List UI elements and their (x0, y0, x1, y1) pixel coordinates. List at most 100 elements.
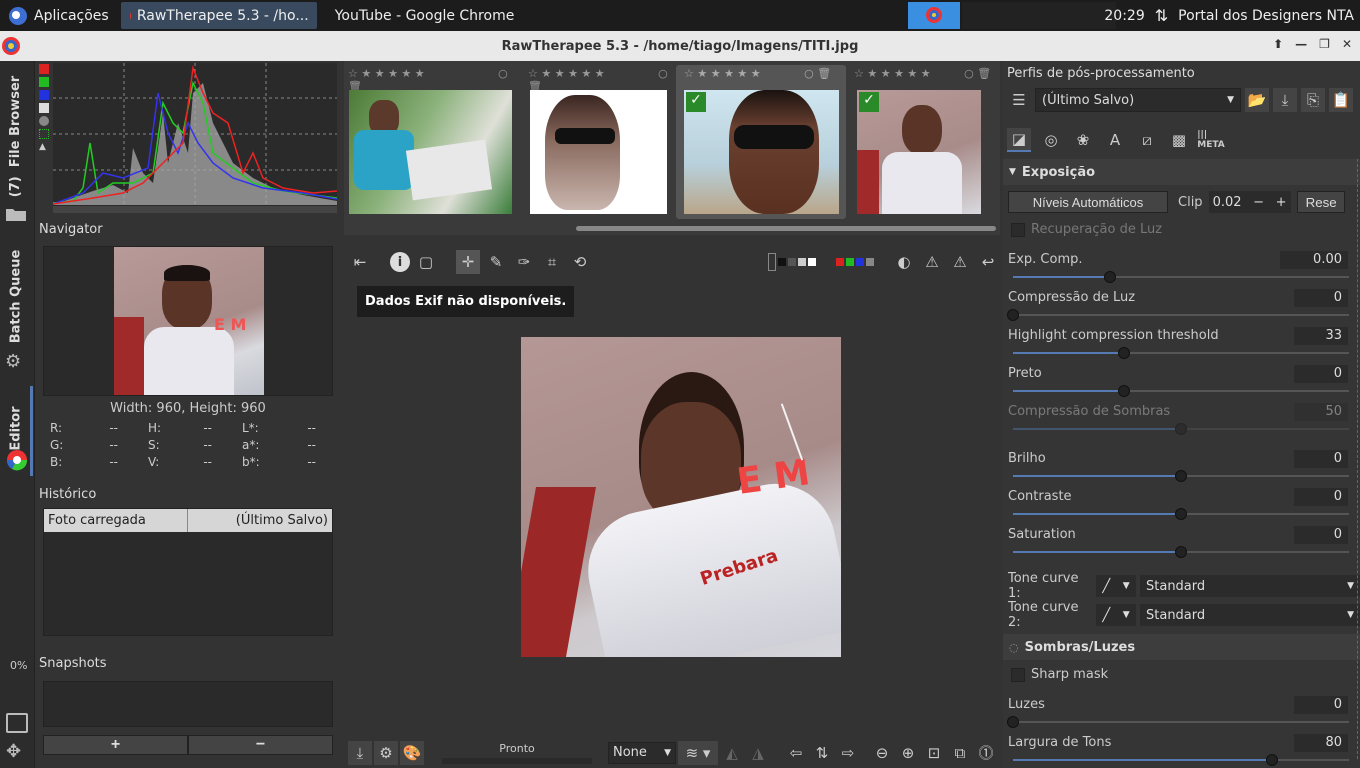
portal-label[interactable]: Portal dos Designers NTA (1178, 8, 1354, 24)
workspace-1[interactable] (908, 2, 960, 29)
slider-track[interactable] (1013, 423, 1349, 435)
thumbnail-rating[interactable]: ☆ ★ ★ ★ ★ ★ ○ 🗑 (854, 67, 1000, 80)
preview-mode-swatches[interactable] (768, 253, 816, 271)
color-profile-select[interactable]: None ▼ (608, 741, 676, 764)
slider-knob[interactable] (1175, 508, 1187, 520)
slider-knob[interactable] (1175, 470, 1187, 482)
thumbnail-2[interactable]: ☆ ★ ★ ★ ★ ★ ○ 🗑 (528, 67, 668, 217)
slider-track[interactable] (1013, 347, 1349, 359)
profile-list-icon[interactable]: ☰ (1007, 88, 1031, 112)
zoom-out-icon[interactable]: ⊖ (870, 741, 894, 765)
histogram-green-toggle[interactable] (39, 77, 49, 87)
tab-file-browser[interactable]: (7) File Browser (0, 71, 32, 201)
thumbnail-image[interactable]: ✓ (684, 90, 839, 214)
zoom-in-icon[interactable]: ⊕ (896, 741, 920, 765)
slider-value[interactable]: 0.00 (1280, 251, 1348, 269)
previous-image-icon[interactable]: ⇦ (784, 741, 808, 765)
soft-proof-icon[interactable]: ≋ ▾ (678, 740, 718, 765)
slider-track[interactable] (1013, 470, 1349, 482)
queue-icon[interactable]: ⚙ (374, 740, 398, 765)
tone-curve-2-type[interactable]: ╱ ▼ (1096, 604, 1136, 626)
add-snapshot-button[interactable]: + (43, 735, 188, 755)
hide-right-panel-icon[interactable]: ↩ (976, 250, 1000, 274)
before-after-icon[interactable]: ▢ (414, 250, 438, 274)
slider-value[interactable]: 0 (1294, 450, 1348, 468)
histogram-luminance-toggle[interactable] (39, 103, 49, 113)
zoom-fit-icon[interactable]: ⊡ (922, 741, 946, 765)
maximize-icon[interactable]: ❐ (1319, 37, 1330, 51)
tone-curve-2-select[interactable]: Standard ▼ (1140, 604, 1360, 626)
zoom-fit-crop-icon[interactable]: ⧉ (948, 741, 972, 765)
history-item[interactable]: Foto carregada (Último Salvo) (44, 509, 332, 532)
luzes-slider[interactable] (1007, 716, 1349, 728)
clock[interactable]: 20:29 (1104, 8, 1144, 24)
white-balance-picker-icon[interactable]: ✎ (484, 250, 508, 274)
profile-select[interactable]: (Último Salvo) ▼ (1035, 88, 1241, 112)
slider-value[interactable]: 33 (1294, 327, 1348, 345)
histogram-red-toggle[interactable] (39, 64, 49, 74)
hide-left-panel-icon[interactable]: ⇤ (348, 250, 372, 274)
auto-levels-button[interactable]: Níveis Automáticos (1008, 191, 1168, 213)
workspace-2[interactable] (962, 2, 1014, 29)
exposure-tab-icon[interactable]: ◪ (1007, 128, 1031, 152)
move-icon[interactable]: ✥ (6, 741, 21, 762)
slider-track[interactable] (1007, 309, 1349, 321)
slider-value[interactable]: 50 (1294, 403, 1348, 421)
sharp-mask-checkbox[interactable] (1011, 667, 1025, 682)
slider-knob[interactable] (1118, 347, 1130, 359)
zoom-100-icon[interactable]: ⓵ (974, 741, 998, 765)
open-profile-icon[interactable]: 📂 (1245, 88, 1269, 112)
slider-value[interactable]: 0 (1294, 526, 1348, 544)
task-chrome[interactable]: YouTube - Google Chrome (321, 2, 517, 29)
close-icon[interactable]: ✕ (1342, 37, 1352, 51)
next-image-icon[interactable]: ⇨ (836, 741, 860, 765)
channel-preview-swatches[interactable] (836, 258, 874, 266)
reset-button[interactable]: Rese (1296, 191, 1345, 213)
clip-increment-icon[interactable]: + (1276, 195, 1287, 210)
exposure-header[interactable]: ▼ Exposição (1003, 159, 1360, 185)
tone-curve-1-select[interactable]: Standard ▼ (1140, 575, 1360, 597)
thumbnail-image[interactable]: ✓ (857, 90, 981, 214)
color-tab-icon[interactable]: ❀ (1071, 128, 1095, 152)
save-image-icon[interactable]: ⤓ (348, 740, 372, 765)
slider-knob[interactable] (1118, 385, 1130, 397)
soft-proof-toggle-icon[interactable]: ◮ (746, 741, 770, 765)
clip-decrement-icon[interactable]: − (1253, 195, 1264, 210)
gamut-check-icon[interactable]: ◭ (720, 741, 744, 765)
network-icon[interactable]: ⇅ (1155, 6, 1168, 25)
hand-tool-icon[interactable]: ✛ (456, 250, 480, 274)
thumbnail-rating[interactable]: ☆ ★ ★ ★ ★ ★ ○ 🗑 (676, 65, 846, 80)
shadows-header[interactable]: ◌ Sombras/Luzes (1003, 634, 1360, 660)
largura-value[interactable]: 80 (1294, 734, 1348, 752)
minimize-icon[interactable]: — (1295, 37, 1307, 51)
paste-profile-icon[interactable]: 📋 (1329, 88, 1353, 112)
slider-track[interactable] (1013, 271, 1349, 283)
highlight-clipping-warning-icon[interactable]: ⚠ (948, 250, 972, 274)
slider-knob[interactable] (1007, 309, 1019, 321)
histogram-raw-toggle[interactable] (39, 129, 49, 139)
thumbnail-image[interactable] (349, 90, 512, 214)
thumbnail-4[interactable]: ☆ ★ ★ ★ ★ ★ ○ 🗑 ✓ (854, 67, 1000, 217)
color-picker-icon[interactable]: ✑ (512, 250, 536, 274)
luzes-value[interactable]: 0 (1294, 696, 1348, 714)
slider-value[interactable]: 0 (1294, 365, 1348, 383)
thumbnail-image[interactable] (530, 90, 667, 214)
highlight-recovery-row[interactable]: Recuperação de Luz (1011, 222, 1162, 237)
metadata-tab-icon[interactable]: ||| META (1197, 128, 1225, 152)
clip-input[interactable]: 0.02 − + (1208, 191, 1291, 213)
save-profile-icon[interactable]: ⤓ (1273, 88, 1297, 112)
tab-batch-queue[interactable]: Batch Queue (0, 246, 32, 346)
remove-snapshot-button[interactable]: − (188, 735, 333, 755)
navigator-preview[interactable]: E M (114, 247, 264, 395)
raw-tab-icon[interactable]: ▩ (1167, 128, 1191, 152)
filmstrip-icon[interactable] (6, 713, 28, 733)
power-icon[interactable]: ◌ (1009, 641, 1019, 654)
slider-knob[interactable] (1175, 546, 1187, 558)
sharp-mask-row[interactable]: Sharp mask (1011, 667, 1108, 682)
sync-icon[interactable]: ⇅ (810, 741, 834, 765)
slider-track[interactable] (1013, 508, 1349, 520)
tone-curve-1-type[interactable]: ╱ ▼ (1096, 575, 1136, 597)
histogram-blue-toggle[interactable] (39, 90, 49, 100)
transform-tab-icon[interactable]: ⧄ (1135, 128, 1159, 152)
info-icon[interactable]: i (390, 252, 410, 272)
